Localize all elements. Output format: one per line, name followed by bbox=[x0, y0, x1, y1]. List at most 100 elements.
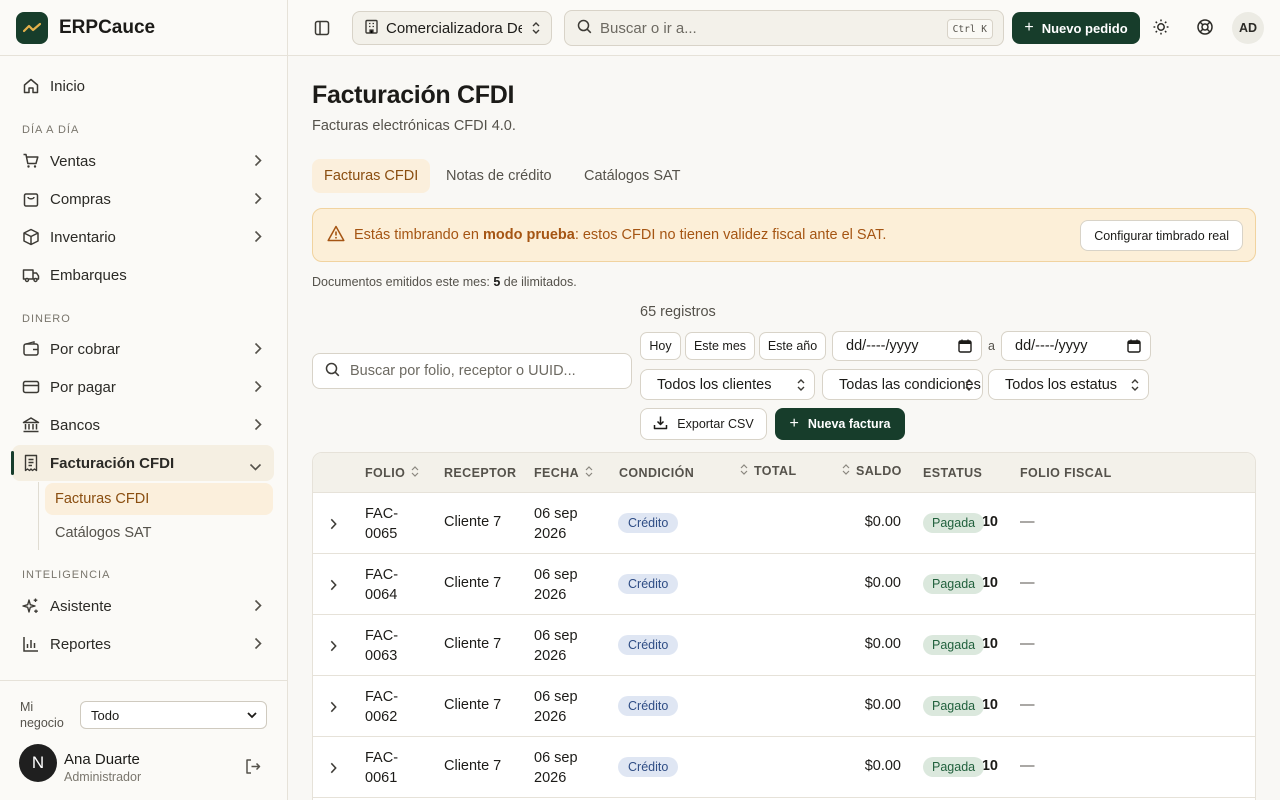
chevron-right-icon[interactable] bbox=[330, 761, 337, 779]
sidebar-item-compras[interactable]: Compras bbox=[12, 181, 274, 217]
tab-notas-de-credito[interactable]: Notas de crédito bbox=[434, 159, 564, 193]
table-row[interactable]: FAC-0062 Cliente 7 06 sep2026 Crédito $3… bbox=[313, 676, 1255, 737]
cell-folio: FAC- 0065 bbox=[365, 506, 399, 542]
column-header-fecha[interactable]: FECHA bbox=[534, 466, 593, 480]
plus-icon: + bbox=[789, 415, 799, 432]
receipt-icon bbox=[22, 454, 40, 472]
sidebar-item-inventario[interactable]: Inventario bbox=[12, 219, 274, 255]
sidebar-item-por-cobrar[interactable]: Por cobrar bbox=[12, 331, 274, 367]
condition-badge: Crédito bbox=[618, 513, 679, 533]
column-header-folio[interactable]: FOLIO bbox=[365, 466, 419, 480]
date-to-input[interactable]: dd/----/yyyy bbox=[1001, 331, 1151, 361]
configure-real-stamping-button[interactable]: Configurar timbrado real bbox=[1080, 220, 1243, 251]
status-badge: Pagada bbox=[923, 513, 985, 533]
clients-select-value: Todos los clientes bbox=[657, 376, 772, 393]
cell-saldo: $0.00 bbox=[864, 758, 901, 774]
help-lifebuoy-icon[interactable] bbox=[1196, 18, 1214, 41]
table-row[interactable]: FAC-0063 Cliente 7 06 sep2026 Crédito $3… bbox=[313, 615, 1255, 676]
global-search-input[interactable]: Buscar o ir a... Ctrl K bbox=[564, 10, 1004, 46]
sidebar-item-por-pagar[interactable]: Por pagar bbox=[12, 369, 274, 405]
cell-receptor: Cliente 7 bbox=[444, 636, 502, 652]
chevron-right-icon bbox=[254, 154, 262, 171]
chevron-right-icon[interactable] bbox=[330, 700, 337, 718]
package-icon bbox=[22, 228, 40, 246]
sidebar-item-label: Por cobrar bbox=[50, 340, 121, 358]
filter-hoy-button[interactable]: Hoy bbox=[640, 332, 681, 360]
column-header-saldo[interactable]: SALDO bbox=[842, 464, 902, 478]
search-placeholder: Buscar por folio, receptor o UUID... bbox=[350, 363, 576, 379]
table-row[interactable]: FAC-0061 Cliente 7 06 sep2026 Crédito $3… bbox=[313, 737, 1255, 798]
conditions-select-value: Todas las condiciones bbox=[839, 376, 981, 393]
filter-este-mes-button[interactable]: Este mes bbox=[685, 332, 755, 360]
condition-badge: Crédito bbox=[618, 574, 679, 594]
sidebar-subitem-facturas-cfdi[interactable]: Facturas CFDI bbox=[45, 483, 273, 515]
cell-folio-fiscal: — bbox=[1020, 697, 1035, 713]
user-name: Ana Duarte bbox=[64, 751, 140, 768]
section-dia-a-dia: DÍA A DÍA bbox=[22, 124, 80, 136]
cell-fecha: 06 sep 2026 bbox=[534, 689, 578, 725]
date-from-input[interactable]: dd/----/yyyy bbox=[832, 331, 982, 361]
invoice-search-input[interactable]: Buscar por folio, receptor o UUID... bbox=[312, 353, 632, 389]
filter-este-ano-button[interactable]: Este año bbox=[759, 332, 826, 360]
export-csv-button[interactable]: Exportar CSV bbox=[640, 408, 767, 440]
export-csv-label: Exportar CSV bbox=[677, 417, 754, 431]
sidebar-subitem-catalogos-sat[interactable]: Catálogos SAT bbox=[45, 517, 273, 549]
column-header-estatus: ESTATUS bbox=[923, 466, 983, 480]
sidebar-item-label: Reportes bbox=[50, 635, 111, 653]
business-label: Mi negocio bbox=[20, 700, 64, 730]
records-count: 65 registros bbox=[640, 304, 716, 320]
clients-select[interactable]: Todos los clientes bbox=[640, 369, 815, 400]
business-select[interactable]: Todo bbox=[80, 701, 267, 729]
brand[interactable]: ERPCauce bbox=[0, 0, 287, 56]
chevron-right-icon bbox=[254, 192, 262, 209]
conditions-select[interactable]: Todas las condiciones bbox=[822, 369, 983, 400]
brand-logo-icon bbox=[16, 11, 48, 44]
cell-fecha: 06 sep 2026 bbox=[534, 750, 578, 786]
sun-icon[interactable] bbox=[1152, 18, 1170, 41]
sidebar-item-label: Bancos bbox=[50, 416, 101, 434]
chevron-right-icon[interactable] bbox=[330, 517, 337, 535]
page-title: Facturación CFDI bbox=[312, 81, 515, 109]
column-header-condicion: CONDICIÓN bbox=[619, 466, 695, 480]
new-order-button[interactable]: + Nuevo pedido bbox=[1012, 12, 1140, 44]
chevron-right-icon[interactable] bbox=[330, 578, 337, 596]
sidebar-item-facturacion-cfdi[interactable]: Facturación CFDI bbox=[11, 445, 274, 481]
logout-icon[interactable] bbox=[244, 758, 261, 780]
tab-facturas-cfdi[interactable]: Facturas CFDI bbox=[312, 159, 431, 193]
column-header-total[interactable]: TOTAL bbox=[740, 464, 797, 478]
status-badge: Pagada bbox=[923, 757, 985, 777]
cell-receptor: Cliente 7 bbox=[444, 514, 502, 530]
page-subtitle: Facturas electrónicas CFDI 4.0. bbox=[312, 118, 516, 134]
table-row[interactable]: FAC-0065 Cliente 7 06 sep2026 Crédito $3… bbox=[313, 493, 1255, 554]
user-role: Administrador bbox=[64, 770, 142, 784]
sidebar-toggle-icon[interactable] bbox=[314, 20, 330, 41]
user-avatar[interactable]: N bbox=[19, 744, 57, 782]
chevron-right-icon[interactable] bbox=[330, 639, 337, 657]
subnav-line bbox=[38, 482, 39, 550]
truck-icon bbox=[22, 266, 40, 284]
tab-catalogos-sat[interactable]: Catálogos SAT bbox=[572, 159, 692, 193]
documents-count: Documentos emitidos este mes: 5 de ilimi… bbox=[312, 275, 577, 289]
sparkles-icon bbox=[22, 597, 40, 615]
sidebar-item-bancos[interactable]: Bancos bbox=[12, 407, 274, 443]
date-range-separator: a bbox=[988, 339, 995, 353]
sidebar-item-inicio[interactable]: Inicio bbox=[12, 68, 274, 104]
sidebar-item-ventas[interactable]: Ventas bbox=[12, 143, 274, 179]
sidebar-item-label: Asistente bbox=[50, 597, 112, 615]
company-select[interactable]: Comercializadora Del Norte bbox=[352, 11, 552, 45]
cell-saldo: $0.00 bbox=[864, 636, 901, 652]
table-row[interactable]: FAC-0064 Cliente 7 06 sep2026 Crédito $3… bbox=[313, 554, 1255, 615]
column-header-receptor: RECEPTOR bbox=[444, 466, 517, 480]
user-avatar-top[interactable]: AD bbox=[1232, 12, 1264, 44]
new-invoice-button[interactable]: + Nueva factura bbox=[775, 408, 905, 440]
sidebar-item-label: Facturación CFDI bbox=[50, 454, 175, 472]
shopping-bag-icon bbox=[22, 190, 40, 208]
chevron-right-icon bbox=[254, 418, 262, 435]
sidebar-item-reportes[interactable]: Reportes bbox=[12, 626, 274, 662]
sidebar-item-embarques[interactable]: Embarques bbox=[12, 257, 274, 293]
status-select[interactable]: Todos los estatus bbox=[988, 369, 1149, 400]
chevron-right-icon bbox=[254, 342, 262, 359]
alert-text: Estás timbrando en modo prueba: estos CF… bbox=[354, 227, 887, 243]
chevron-down-icon bbox=[246, 709, 258, 724]
sidebar-item-asistente[interactable]: Asistente bbox=[12, 588, 274, 624]
